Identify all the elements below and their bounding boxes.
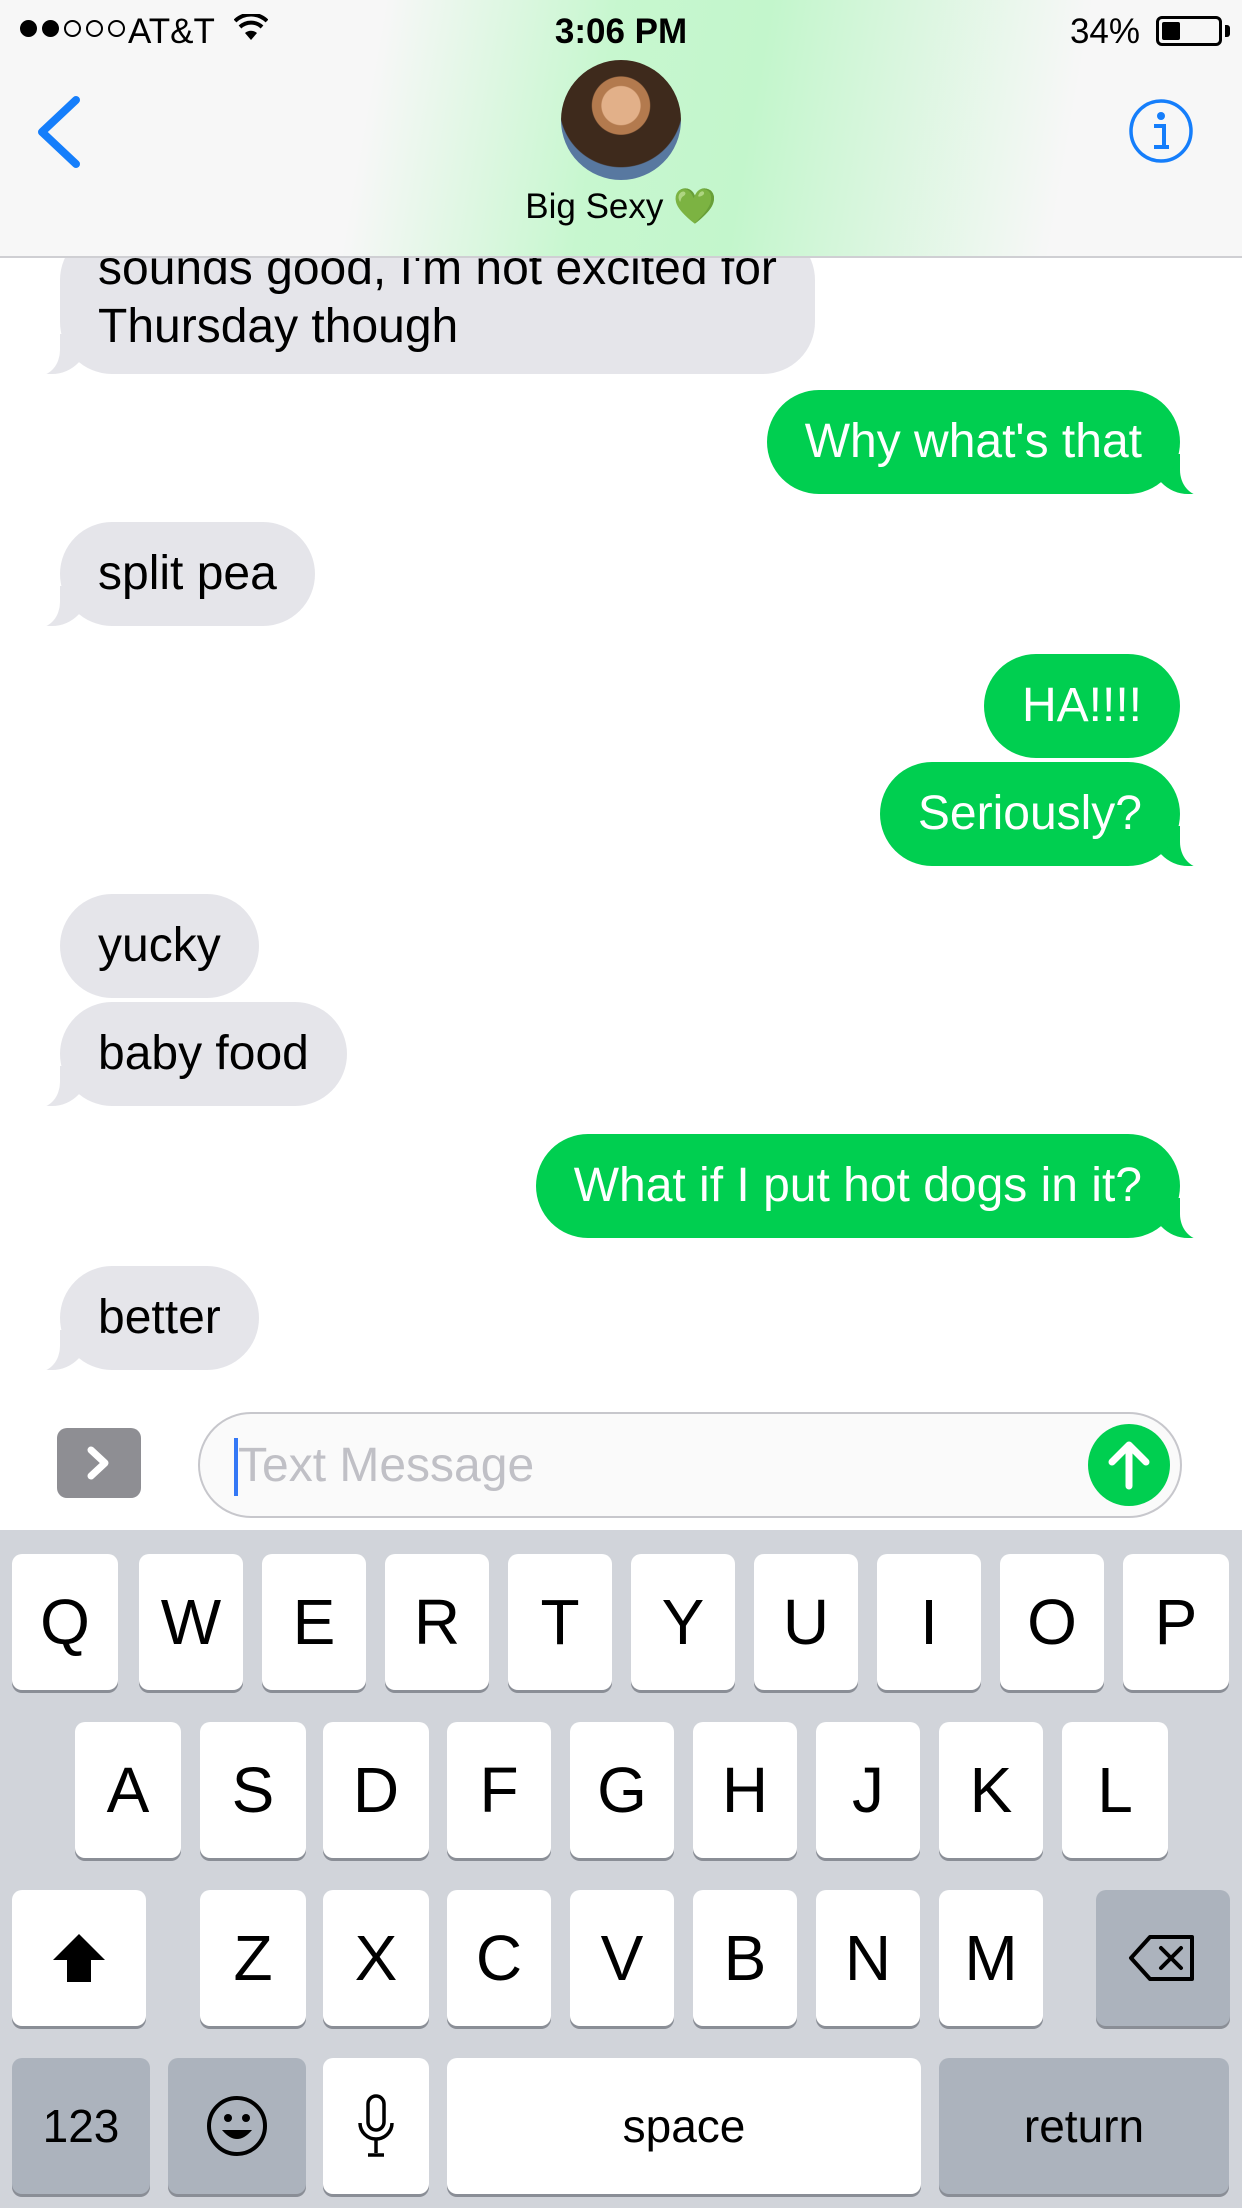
- return-key[interactable]: return: [939, 2058, 1229, 2194]
- key-h[interactable]: H: [693, 1722, 797, 1858]
- message-received[interactable]: yucky: [60, 894, 259, 998]
- message-sent[interactable]: Seriously?: [879, 762, 1221, 868]
- key-d[interactable]: D: [323, 1722, 429, 1858]
- message-text: HA!!!!: [1021, 679, 1142, 732]
- shift-icon: [53, 1934, 105, 1982]
- key-a[interactable]: A: [75, 1722, 181, 1858]
- conversation-header: AT&T 3:06 PM 34% Big Sexy 💚: [0, 0, 1242, 258]
- key-o[interactable]: O: [1000, 1554, 1104, 1690]
- message-sent[interactable]: HA!!!!: [983, 654, 1180, 758]
- message-received[interactable]: split pea: [20, 522, 315, 628]
- key-r[interactable]: R: [385, 1554, 489, 1690]
- key-f[interactable]: F: [447, 1722, 551, 1858]
- key-i[interactable]: I: [877, 1554, 981, 1690]
- message-input-placeholder: Text Message: [238, 1439, 535, 1492]
- numbers-key[interactable]: 123: [12, 2058, 150, 2194]
- arrow-up-icon: [1108, 1441, 1150, 1490]
- message-text: Seriously?: [917, 787, 1142, 840]
- microphone-icon: [358, 2094, 394, 2157]
- message-received[interactable]: better: [20, 1266, 259, 1372]
- apps-drawer-button[interactable]: [57, 1428, 141, 1498]
- key-z[interactable]: Z: [200, 1890, 306, 2026]
- message-text: baby food: [98, 1027, 309, 1080]
- emoji-key[interactable]: [168, 2058, 306, 2194]
- clock: 3:06 PM: [554, 12, 688, 51]
- key-q[interactable]: Q: [12, 1554, 118, 1690]
- key-m[interactable]: M: [939, 1890, 1043, 2026]
- message-text: What if I put hot dogs in it?: [573, 1159, 1142, 1212]
- key-p[interactable]: P: [1123, 1554, 1229, 1690]
- battery-percentage: 34%: [1069, 12, 1140, 51]
- message-sent[interactable]: Why what's that: [766, 390, 1221, 496]
- shift-key[interactable]: [12, 1890, 146, 2026]
- chevron-left-icon[interactable]: [30, 94, 90, 170]
- contact-name[interactable]: Big Sexy 💚: [0, 186, 1242, 227]
- message-text: Why what's that: [804, 415, 1142, 468]
- chevron-right-icon: [87, 1446, 109, 1480]
- key-u[interactable]: U: [754, 1554, 858, 1690]
- battery-icon: [1156, 16, 1222, 46]
- message-sent[interactable]: What if I put hot dogs in it?: [535, 1134, 1221, 1240]
- keyboard: Q W E R T Y U I O P A S D F G H J K L Z …: [0, 1530, 1242, 2208]
- message-text: Thursday though: [98, 300, 459, 353]
- message-text: better: [98, 1291, 221, 1344]
- message-input[interactable]: Text Message: [198, 1412, 1182, 1518]
- send-button[interactable]: [1088, 1424, 1170, 1506]
- key-c[interactable]: C: [447, 1890, 551, 2026]
- delete-key[interactable]: [1096, 1890, 1230, 2026]
- key-n[interactable]: N: [816, 1890, 920, 2026]
- key-y[interactable]: Y: [631, 1554, 735, 1690]
- key-b[interactable]: B: [693, 1890, 797, 2026]
- key-l[interactable]: L: [1062, 1722, 1168, 1858]
- key-w[interactable]: W: [139, 1554, 243, 1690]
- contact-avatar[interactable]: [561, 60, 681, 180]
- key-j[interactable]: J: [816, 1722, 920, 1858]
- key-s[interactable]: S: [200, 1722, 306, 1858]
- key-x[interactable]: X: [323, 1890, 429, 2026]
- battery-tip: [1225, 25, 1230, 37]
- space-key[interactable]: space: [447, 2058, 921, 2194]
- text-cursor: [234, 1438, 238, 1496]
- message-text: split pea: [98, 547, 277, 600]
- emoji-icon: [207, 2096, 267, 2156]
- battery-level: [1162, 22, 1180, 40]
- message-received[interactable]: baby food: [20, 1002, 347, 1108]
- message-text: yucky: [98, 919, 221, 972]
- key-e[interactable]: E: [262, 1554, 366, 1690]
- key-k[interactable]: K: [939, 1722, 1043, 1858]
- key-t[interactable]: T: [508, 1554, 612, 1690]
- backspace-icon: [1129, 1935, 1194, 1981]
- key-g[interactable]: G: [570, 1722, 674, 1858]
- status-bar: AT&T 3:06 PM 34%: [0, 0, 1242, 60]
- key-v[interactable]: V: [570, 1890, 674, 2026]
- info-icon[interactable]: [1128, 98, 1194, 164]
- dictation-key[interactable]: [323, 2058, 429, 2194]
